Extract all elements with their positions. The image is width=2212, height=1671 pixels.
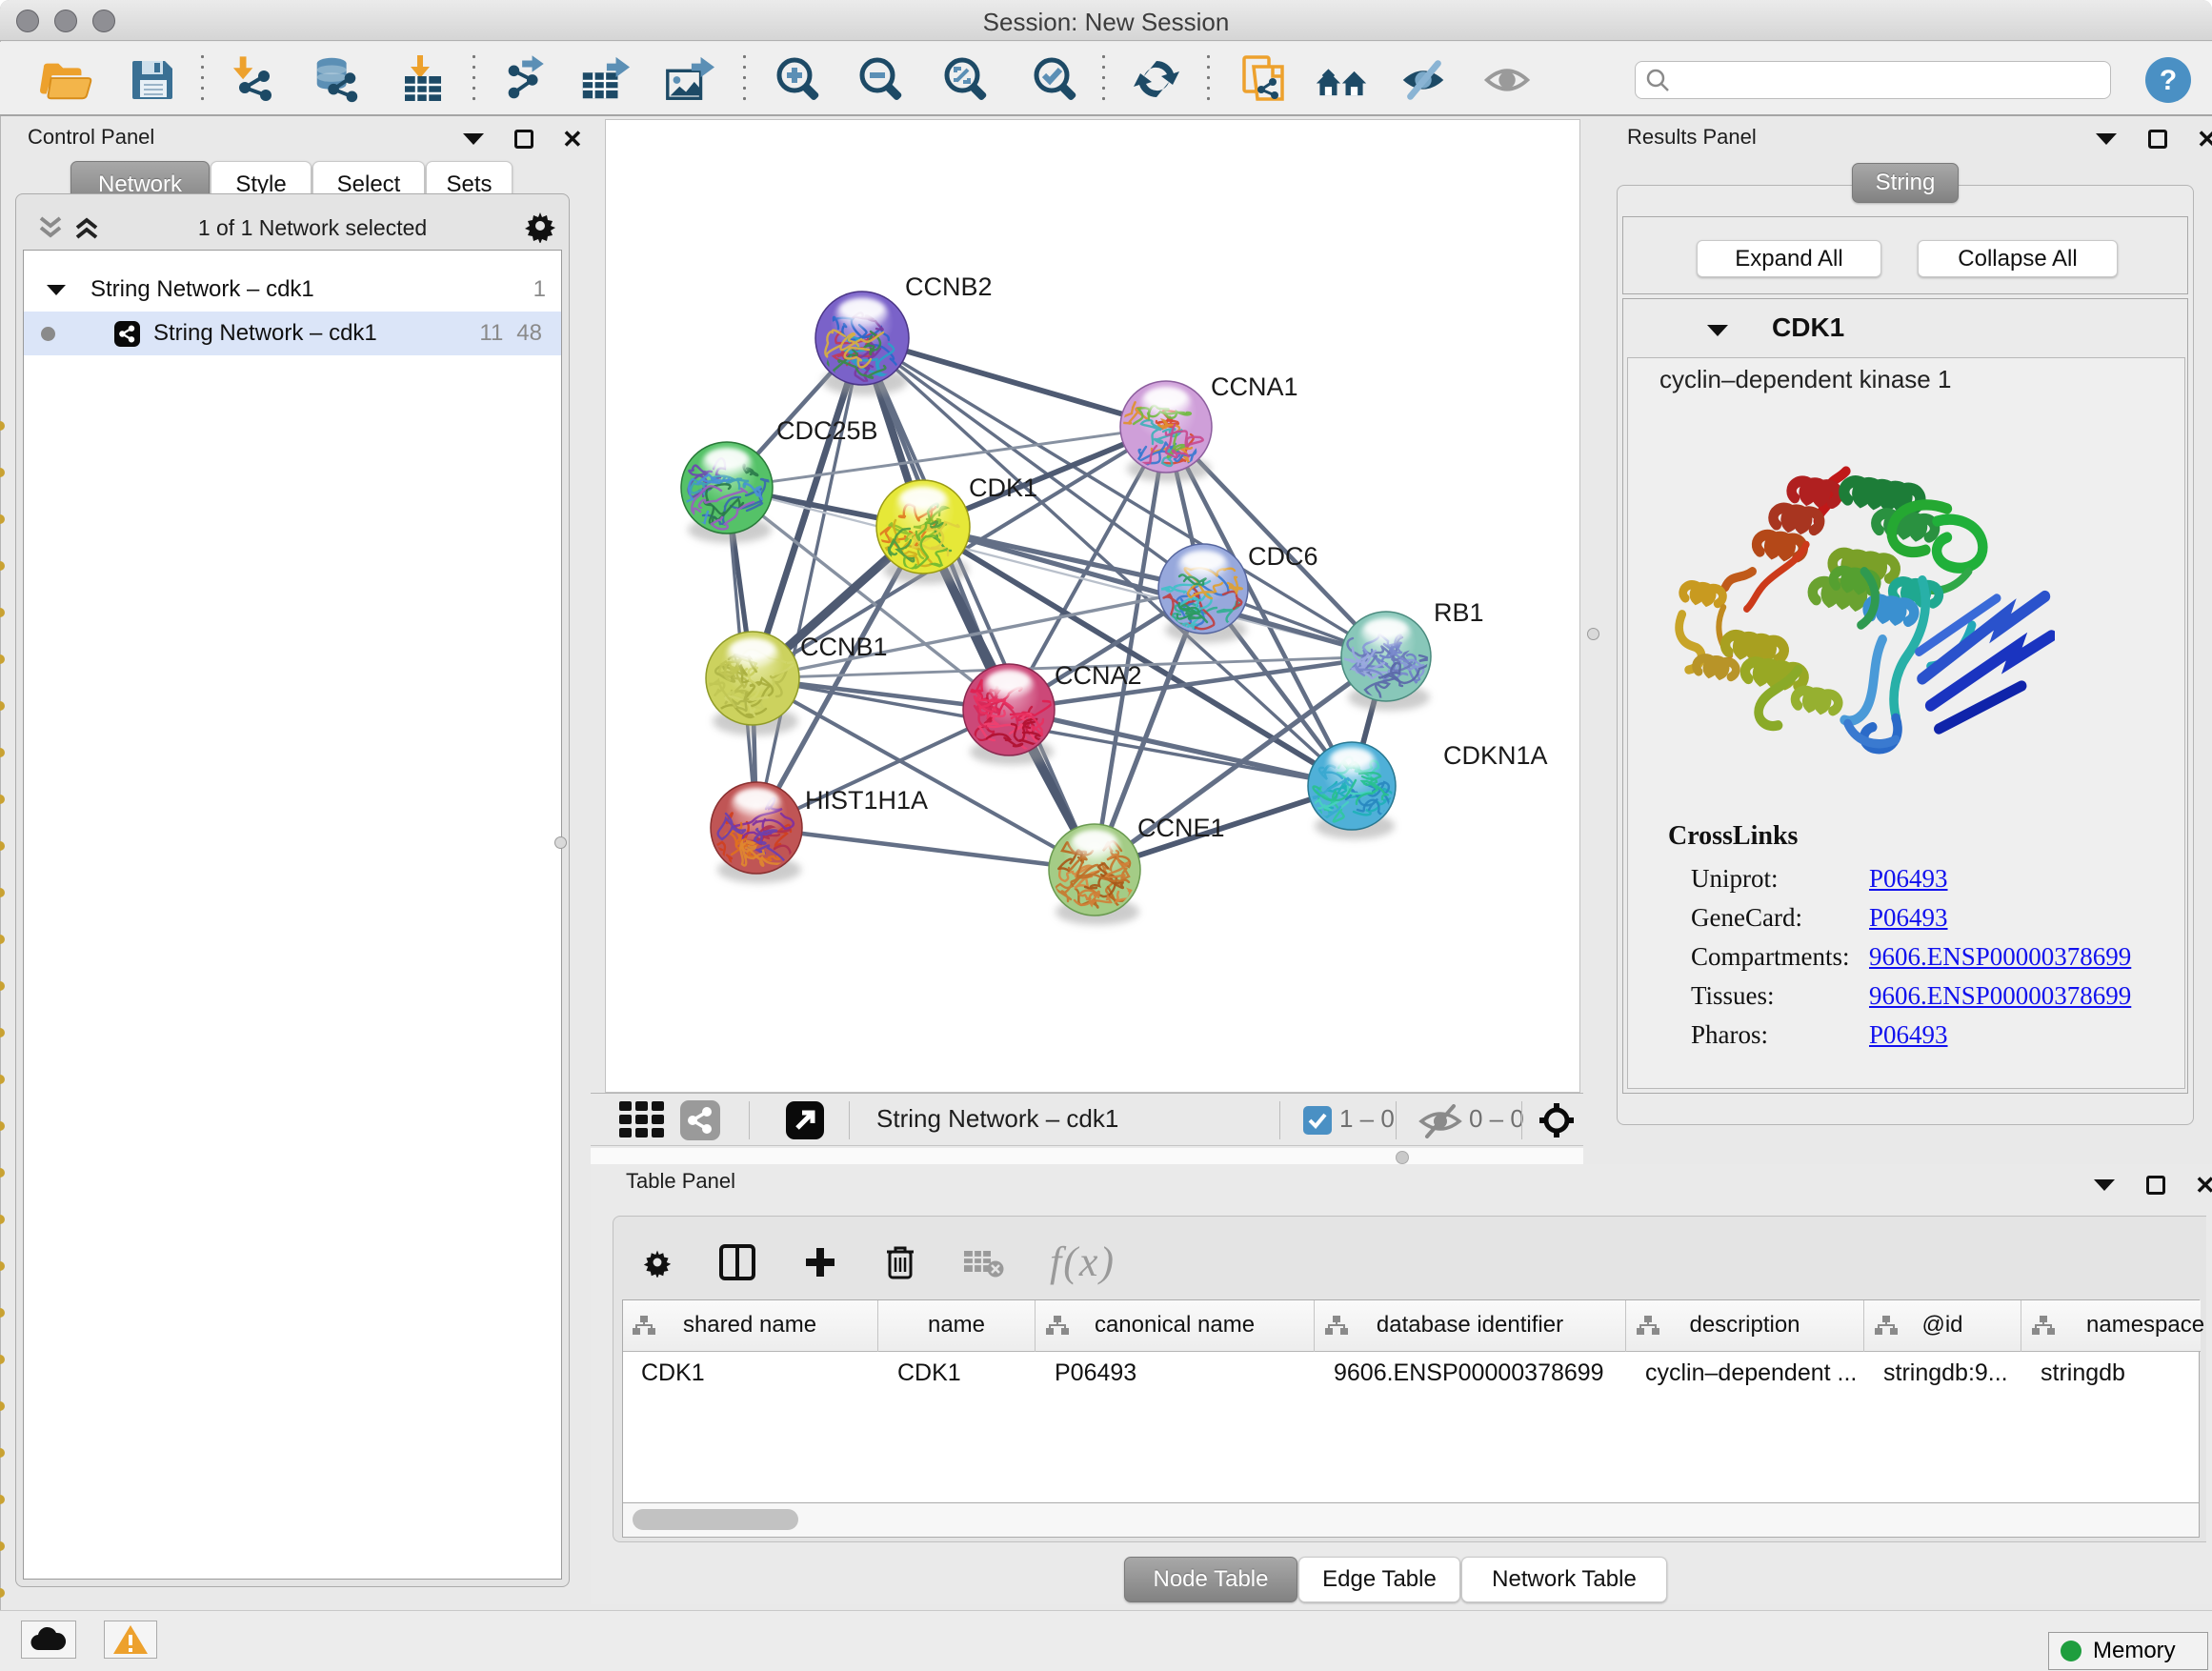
svg-text:CDC25B: CDC25B [776, 416, 878, 445]
svg-text:CCNB1: CCNB1 [800, 633, 888, 661]
svg-text:CCNA1: CCNA1 [1211, 372, 1298, 401]
svg-text:RB1: RB1 [1434, 598, 1484, 627]
svg-text:CDC6: CDC6 [1248, 542, 1318, 571]
svg-text:CDKN1A: CDKN1A [1443, 741, 1548, 770]
svg-text:CCNE1: CCNE1 [1137, 814, 1225, 842]
svg-text:CDK1: CDK1 [969, 473, 1037, 502]
svg-text:CCNA2: CCNA2 [1055, 661, 1142, 690]
svg-text:?: ? [2160, 65, 2177, 96]
svg-text:HIST1H1A: HIST1H1A [805, 786, 928, 815]
svg-text:CCNB2: CCNB2 [905, 272, 993, 301]
